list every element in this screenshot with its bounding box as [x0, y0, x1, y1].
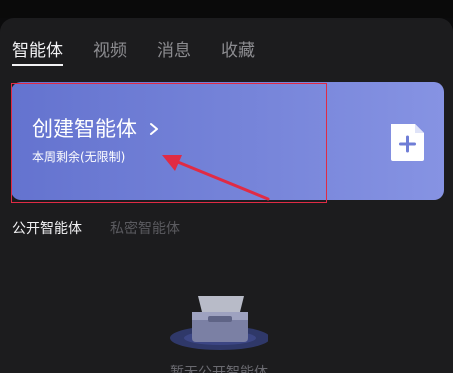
- weekly-quota-label: 本周剩余(无限制): [32, 150, 126, 164]
- tab-videos[interactable]: 视频: [93, 40, 127, 62]
- document-plus-icon[interactable]: [388, 122, 426, 162]
- tab-public-agents[interactable]: 公开智能体: [12, 219, 82, 239]
- chevron-right-icon: [150, 123, 158, 135]
- create-agent-title-row: 创建智能体: [32, 116, 161, 142]
- tab-messages[interactable]: 消息: [157, 40, 191, 62]
- empty-state-text: 暂无公开智能体: [170, 365, 268, 373]
- tab-favorites[interactable]: 收藏: [221, 40, 255, 62]
- status-strip: [0, 0, 453, 18]
- tab-private-agents[interactable]: 私密智能体: [110, 219, 180, 239]
- app-screen: 智能体 视频 消息 收藏 创建智能体 本周剩余(无限制) 公开智能体 私密智能体: [0, 0, 453, 373]
- visibility-tabs: 公开智能体 私密智能体: [12, 219, 208, 239]
- empty-box-icon: [170, 296, 268, 350]
- create-agent-card[interactable]: 创建智能体 本周剩余(无限制): [11, 82, 444, 200]
- top-tabs: 智能体 视频 消息 收藏: [12, 40, 285, 70]
- create-agent-title: 创建智能体: [32, 117, 137, 141]
- tab-agents[interactable]: 智能体: [12, 40, 63, 66]
